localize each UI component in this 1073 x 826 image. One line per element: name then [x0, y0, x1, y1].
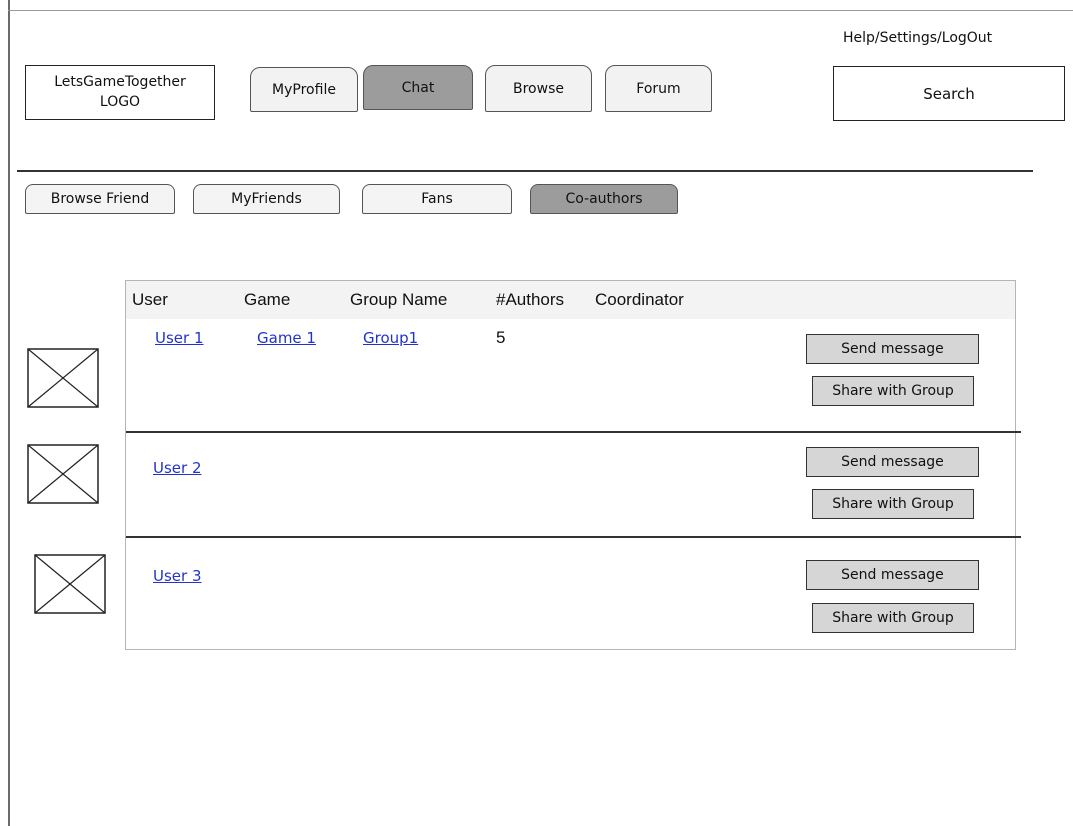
- row-separator: [126, 431, 1021, 433]
- header-divider: [17, 170, 1033, 172]
- column-header-game: Game: [244, 290, 291, 309]
- frame-top-edge: [8, 10, 1073, 11]
- tab-chat[interactable]: Chat: [363, 65, 473, 110]
- column-header-user: User: [132, 290, 168, 309]
- logo: LetsGameTogether LOGO: [25, 65, 215, 120]
- send-message-button[interactable]: Send message: [806, 447, 979, 477]
- avatar-placeholder-icon: [34, 554, 106, 614]
- tab-browse[interactable]: Browse: [485, 65, 592, 112]
- column-header-coordinator: Coordinator: [595, 290, 684, 309]
- send-message-button[interactable]: Send message: [806, 560, 979, 590]
- search-label: Search: [923, 84, 975, 103]
- subtab-browse-friend[interactable]: Browse Friend: [25, 184, 175, 214]
- share-with-group-button[interactable]: Share with Group: [812, 603, 974, 633]
- search-box[interactable]: Search: [833, 66, 1065, 121]
- user-link[interactable]: User 1: [155, 329, 204, 347]
- authors-count: 5: [496, 328, 506, 347]
- logo-label: LOGO: [99, 94, 141, 110]
- avatar-placeholder-icon: [27, 348, 99, 408]
- group-link[interactable]: Group1: [363, 329, 418, 347]
- avatar-placeholder-icon: [27, 444, 99, 504]
- subtab-coauthors[interactable]: Co-authors: [530, 184, 678, 214]
- coauthors-table: User Game Group Name #Authors Coordinato…: [125, 280, 1021, 650]
- send-message-button[interactable]: Send message: [806, 334, 979, 364]
- share-with-group-button[interactable]: Share with Group: [812, 489, 974, 519]
- column-header-group-name: Group Name: [350, 290, 448, 309]
- tab-forum[interactable]: Forum: [605, 65, 712, 112]
- subtab-fans[interactable]: Fans: [362, 184, 512, 214]
- game-link[interactable]: Game 1: [257, 329, 316, 347]
- logo-title: LetsGameTogether: [54, 74, 186, 90]
- column-header-authors: #Authors: [496, 290, 565, 309]
- help-settings-logout-links[interactable]: Help/Settings/LogOut: [843, 30, 992, 46]
- table-header: User Game Group Name #Authors Coordinato…: [126, 281, 1015, 319]
- user-link[interactable]: User 2: [153, 459, 202, 477]
- frame-left-edge: [8, 0, 10, 826]
- tab-myprofile[interactable]: MyProfile: [250, 67, 358, 112]
- subtab-myfriends[interactable]: MyFriends: [193, 184, 340, 214]
- share-with-group-button[interactable]: Share with Group: [812, 376, 974, 406]
- row-separator: [126, 536, 1021, 538]
- user-link[interactable]: User 3: [153, 567, 202, 585]
